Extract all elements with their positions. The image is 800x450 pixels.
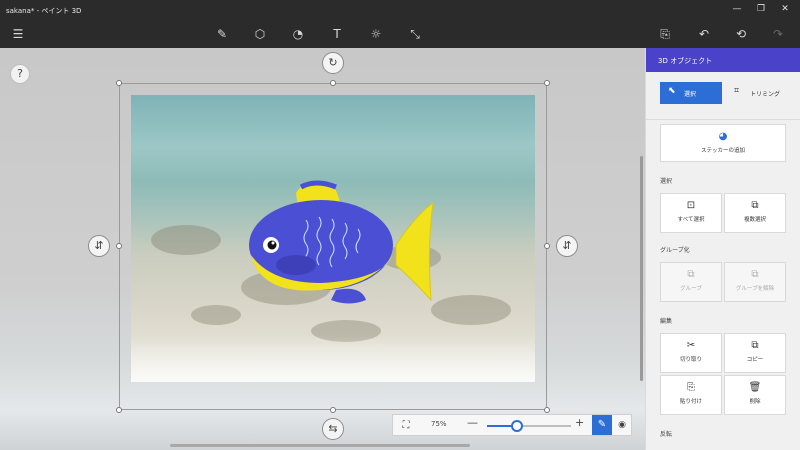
group-icon: ⧉ <box>687 269 695 280</box>
title-bar: sakana* - ペイント 3D — ❐ ✕ <box>0 0 800 20</box>
cut-label: 切り取り <box>679 357 702 363</box>
menu-icon[interactable]: ☰ <box>8 24 28 44</box>
x-axis-rotate-icon[interactable]: ⇆ <box>322 418 344 440</box>
paste-icon[interactable]: ⎘ <box>655 24 675 44</box>
vertical-scrollbar[interactable] <box>640 156 643 381</box>
add-sticker-button[interactable]: ◕ ステッカーの追加 <box>660 124 786 162</box>
scissors-icon: ✂ <box>686 340 696 351</box>
window-title: sakana* - ペイント 3D <box>6 7 82 15</box>
resize-handle[interactable] <box>116 243 122 249</box>
cursor-icon: ⬉ <box>668 86 676 96</box>
resize-handle[interactable] <box>330 80 336 86</box>
cut-button[interactable]: ✂ 切り取り <box>660 333 722 373</box>
section-select-label: 選択 <box>660 178 673 185</box>
panel-title: 3D オブジェクト <box>646 48 800 72</box>
side-panel: 3D オブジェクト ⬉ 選択 ⌗ トリミング ◕ ステッカーの追加 選択 ⊡ す… <box>645 48 800 450</box>
select-all-label: すべて選択 <box>677 217 705 223</box>
group-button[interactable]: ⧉ グループ <box>660 262 722 302</box>
selection-box[interactable] <box>119 83 547 410</box>
redo-icon[interactable]: ↷ <box>768 24 788 44</box>
rotate-icon[interactable]: ↻ <box>322 52 344 74</box>
resize-handle[interactable] <box>544 243 550 249</box>
zoom-out-button[interactable]: — <box>467 416 478 429</box>
trash-icon: 🗑 <box>748 382 762 393</box>
zoom-slider[interactable] <box>487 420 571 432</box>
zoom-bar: ⛶ 75% — + ✎ ◉ <box>392 414 632 436</box>
trim-mode-button[interactable]: ⌗ トリミング <box>726 82 788 104</box>
view-icon[interactable]: ◉ <box>613 415 631 435</box>
resize-handle[interactable] <box>330 407 336 413</box>
effects-icon[interactable]: ☼ <box>366 24 386 44</box>
resize-handle[interactable] <box>116 407 122 413</box>
zoom-percent: 75% <box>431 420 447 428</box>
y-axis-rotate-icon[interactable]: ⇵ <box>556 235 578 257</box>
help-button[interactable]: ? <box>10 64 30 84</box>
sticker-icon: ◕ <box>718 131 728 142</box>
ungroup-icon: ⧉ <box>751 269 759 280</box>
section-edit-label: 編集 <box>660 318 673 325</box>
select-all-icon: ⊡ <box>686 200 696 211</box>
zoom-slider-thumb[interactable] <box>511 420 524 432</box>
fit-to-screen-icon[interactable]: ⛶ <box>397 417 415 435</box>
text-icon[interactable]: T <box>327 24 347 44</box>
ungroup-label: グループを解除 <box>735 286 775 292</box>
brush-icon[interactable]: ✎ <box>212 24 232 44</box>
undo-icon[interactable]: ↶ <box>694 24 714 44</box>
paste-button[interactable]: ⎘ 貼り付け <box>660 375 722 415</box>
history-icon[interactable]: ⟲ <box>731 24 751 44</box>
copy-icon: ⧉ <box>751 340 759 351</box>
copy-label: コピー <box>746 357 764 363</box>
section-flip-label: 反転 <box>660 431 673 438</box>
copy-button[interactable]: ⧉ コピー <box>724 333 786 373</box>
z-axis-rotate-icon[interactable]: ⇵ <box>88 235 110 257</box>
group-label: グループ <box>680 286 702 292</box>
multi-select-icon: ⧉ <box>751 200 759 211</box>
canvas-icon[interactable]: ⤡ <box>405 24 425 44</box>
trim-mode-label: トリミング <box>750 91 781 98</box>
canvas-area[interactable]: ? ↻ ⇵ ⇵ ⇆ ⛶ 75% — + ✎ ◉ <box>0 48 645 450</box>
stickers-icon[interactable]: ◔ <box>288 24 308 44</box>
select-all-button[interactable]: ⊡ すべて選択 <box>660 193 722 233</box>
delete-button[interactable]: 🗑 削除 <box>724 375 786 415</box>
resize-handle[interactable] <box>544 407 550 413</box>
3d-shapes-icon[interactable]: ⬡ <box>250 24 270 44</box>
crop-icon: ⌗ <box>734 86 740 96</box>
mode-row: ⬉ 選択 ⌗ トリミング <box>646 72 800 120</box>
pen-icon[interactable]: ✎ <box>592 415 612 435</box>
ungroup-button[interactable]: ⧉ グループを解除 <box>724 262 786 302</box>
delete-label: 削除 <box>749 399 761 405</box>
multi-select-button[interactable]: ⧉ 複数選択 <box>724 193 786 233</box>
minimize-button[interactable]: — <box>726 2 748 18</box>
zoom-in-button[interactable]: + <box>575 416 584 429</box>
horizontal-scrollbar[interactable] <box>170 444 470 447</box>
add-sticker-label: ステッカーの追加 <box>700 148 745 154</box>
paste-icon: ⎘ <box>687 382 695 393</box>
section-group-label: グループ化 <box>660 247 690 254</box>
restore-button[interactable]: ❐ <box>750 2 772 18</box>
select-mode-button[interactable]: ⬉ 選択 <box>660 82 722 104</box>
multi-select-label: 複数選択 <box>743 217 766 223</box>
resize-handle[interactable] <box>544 80 550 86</box>
close-button[interactable]: ✕ <box>774 2 796 18</box>
main-toolbar: ☰ ✎ ⬡ ◔ T ☼ ⤡ ⎘ ↶ ⟲ ↷ <box>0 20 800 48</box>
select-mode-label: 選択 <box>684 91 697 98</box>
paste-label: 貼り付け <box>679 399 702 405</box>
resize-handle[interactable] <box>116 80 122 86</box>
